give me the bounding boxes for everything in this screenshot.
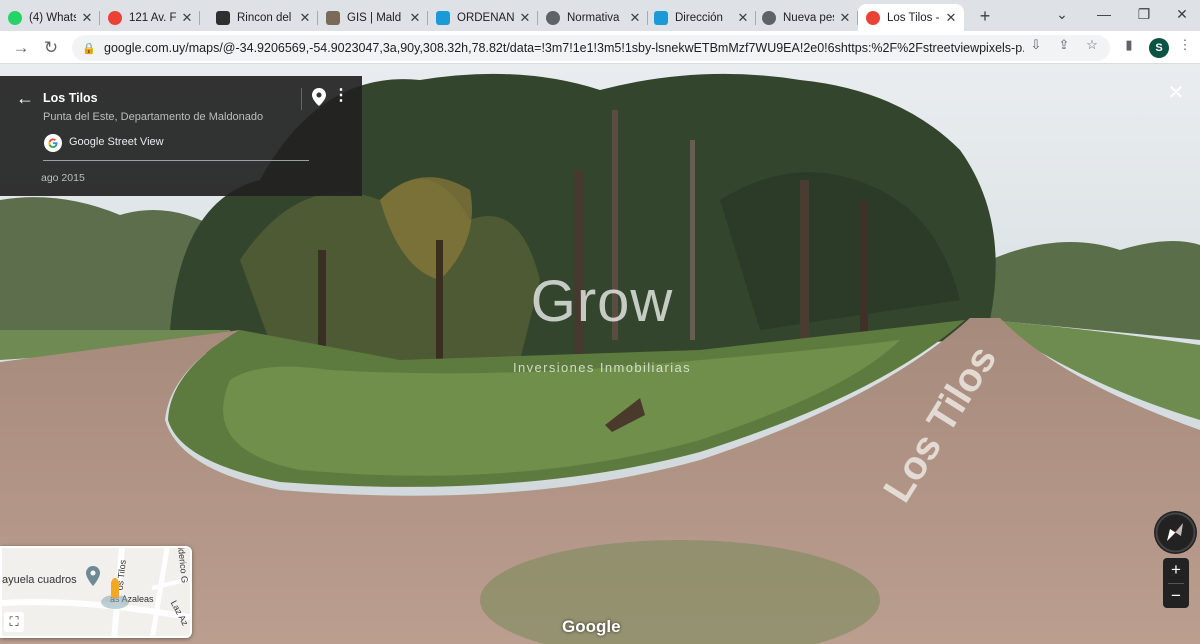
address-bar[interactable]: 🔒 google.com.uy/maps/@-34.9206569,-54.90… xyxy=(72,35,1110,61)
side-panel-icon[interactable]: ▮ xyxy=(1120,36,1138,54)
browser-toolbar: → ↻ 🔒 google.com.uy/maps/@-34.9206569,-5… xyxy=(0,31,1200,64)
location-pin-icon[interactable] xyxy=(312,88,326,111)
tab-title: Dirección xyxy=(675,11,723,24)
tab-6[interactable]: Normativa ✕ xyxy=(538,4,648,31)
place-title: Los Tilos xyxy=(43,91,98,105)
tab-4[interactable]: GIS | Mald ✕ xyxy=(318,4,428,31)
tab-title: (4) WhatsA xyxy=(29,11,76,24)
expand-minimap-icon[interactable]: ⛶ xyxy=(4,612,24,632)
bookmark-star-icon[interactable]: ☆ xyxy=(1083,36,1101,54)
close-tab-icon[interactable]: ✕ xyxy=(80,10,94,26)
minimap-label: ayuela cuadros xyxy=(2,574,77,586)
timeline-bar xyxy=(43,160,309,161)
maps-pin-icon xyxy=(108,10,122,25)
minimap-roads xyxy=(2,548,190,636)
share-icon[interactable]: ⇪ xyxy=(1055,36,1073,54)
zoom-control: + − xyxy=(1163,558,1189,608)
tab-strip: (4) WhatsA✕121 Av. Fra✕Rincon del✕GIS | … xyxy=(0,0,1200,31)
lock-icon[interactable]: 🔒 xyxy=(82,42,96,55)
gis-icon xyxy=(326,10,340,25)
tab-title: Rincon del xyxy=(237,11,292,24)
capture-date[interactable]: ago 2015 xyxy=(41,172,85,184)
tab-title: Nueva pes xyxy=(783,11,834,24)
reload-icon[interactable]: ↻ xyxy=(40,37,62,59)
tab-5[interactable]: ORDENAN ✕ xyxy=(428,4,538,31)
watermark-tagline: Inversiones Inmobiliarias xyxy=(512,360,692,375)
close-tab-icon[interactable]: ✕ xyxy=(628,10,642,26)
grow-watermark: Grow Inversiones Inmobiliarias xyxy=(492,268,712,378)
close-tab-icon[interactable]: ✕ xyxy=(736,10,750,26)
more-options-icon[interactable]: ⋮ xyxy=(333,88,349,104)
chrome-icon xyxy=(762,10,776,25)
place-info-card: ← Los Tilos Punta del Este, Departamento… xyxy=(0,76,362,196)
edge-doc-icon xyxy=(436,10,450,25)
install-icon[interactable]: ⇩ xyxy=(1027,36,1045,54)
restore-button[interactable]: ❐ xyxy=(1124,2,1164,26)
globe-icon xyxy=(546,10,560,25)
divider xyxy=(301,88,302,110)
url-text[interactable]: google.com.uy/maps/@-34.9206569,-54.9023… xyxy=(104,41,1024,55)
tab-title: Los Tilos - xyxy=(887,11,940,24)
close-window-button[interactable]: ✕ xyxy=(1162,2,1200,26)
pegman-icon[interactable] xyxy=(100,578,130,615)
zoom-in-button[interactable]: + xyxy=(1163,558,1189,582)
close-tab-icon[interactable]: ✕ xyxy=(518,10,532,26)
tab-title: 121 Av. Fra xyxy=(129,11,176,24)
tab-title: GIS | Mald xyxy=(347,11,402,24)
maps-pin-icon xyxy=(866,10,880,25)
tab-search-icon[interactable]: ⌄ xyxy=(1042,2,1082,26)
google-logo-icon xyxy=(44,134,62,152)
close-tab-icon[interactable]: ✕ xyxy=(298,10,312,26)
minimap[interactable]: ayuela cuadros os Tilos as Azaleas Laz A… xyxy=(0,546,192,638)
edge-doc-icon xyxy=(654,10,668,25)
close-street-view-icon[interactable]: ✕ xyxy=(1165,82,1187,104)
tab-title: ORDENAN xyxy=(457,11,514,24)
tab-2[interactable]: 121 Av. Fra ✕ xyxy=(100,4,200,31)
close-tab-icon[interactable]: ✕ xyxy=(944,10,958,26)
close-tab-icon[interactable]: ✕ xyxy=(180,10,194,26)
tab-8[interactable]: Nueva pes ✕ xyxy=(754,4,858,31)
new-tab-button[interactable]: + xyxy=(974,5,996,27)
place-subtitle: Punta del Este, Departamento de Maldonad… xyxy=(43,111,264,123)
close-tab-icon[interactable]: ✕ xyxy=(838,10,852,26)
watermark-brand: Grow xyxy=(530,269,674,334)
zoom-out-button[interactable]: − xyxy=(1163,584,1189,608)
google-brand-label: Google xyxy=(562,617,621,636)
tab-9[interactable]: Los Tilos - ✕ xyxy=(858,4,964,31)
back-arrow-icon[interactable]: ← xyxy=(16,88,34,109)
compass-icon[interactable] xyxy=(1154,511,1197,554)
menu-icon[interactable]: ⋮ xyxy=(1176,36,1194,54)
tab-3[interactable]: Rincon del ✕ xyxy=(208,4,318,31)
whatsapp-icon xyxy=(8,10,22,25)
minimize-button[interactable]: — xyxy=(1084,2,1124,26)
tab-title: Normativa xyxy=(567,11,620,24)
source-label[interactable]: Google Street View xyxy=(69,136,164,148)
minimap-pin-icon xyxy=(86,566,100,591)
profile-avatar[interactable]: S xyxy=(1149,38,1169,58)
site-icon xyxy=(216,10,230,25)
close-tab-icon[interactable]: ✕ xyxy=(408,10,422,26)
forward-icon[interactable]: → xyxy=(10,37,32,59)
tab-1[interactable]: (4) WhatsA ✕ xyxy=(0,4,100,31)
tab-7[interactable]: Dirección ✕ xyxy=(646,4,756,31)
